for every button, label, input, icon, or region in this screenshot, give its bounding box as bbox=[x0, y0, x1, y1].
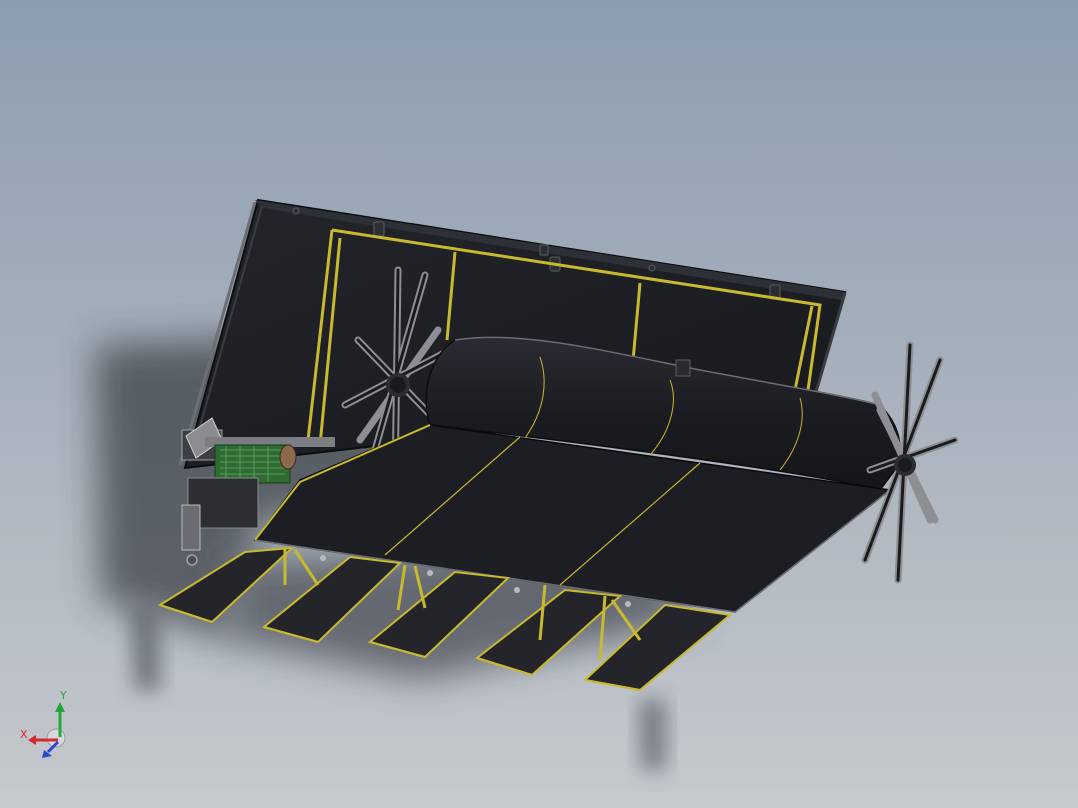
triad-axes bbox=[28, 702, 66, 758]
graphics-viewport[interactable]: Y X bbox=[0, 0, 1078, 808]
triad-x-label: X bbox=[20, 728, 28, 741]
triad-y-label: Y bbox=[60, 689, 67, 702]
view-triad[interactable]: Y X bbox=[18, 690, 78, 760]
cad-model-view[interactable] bbox=[0, 0, 1078, 808]
